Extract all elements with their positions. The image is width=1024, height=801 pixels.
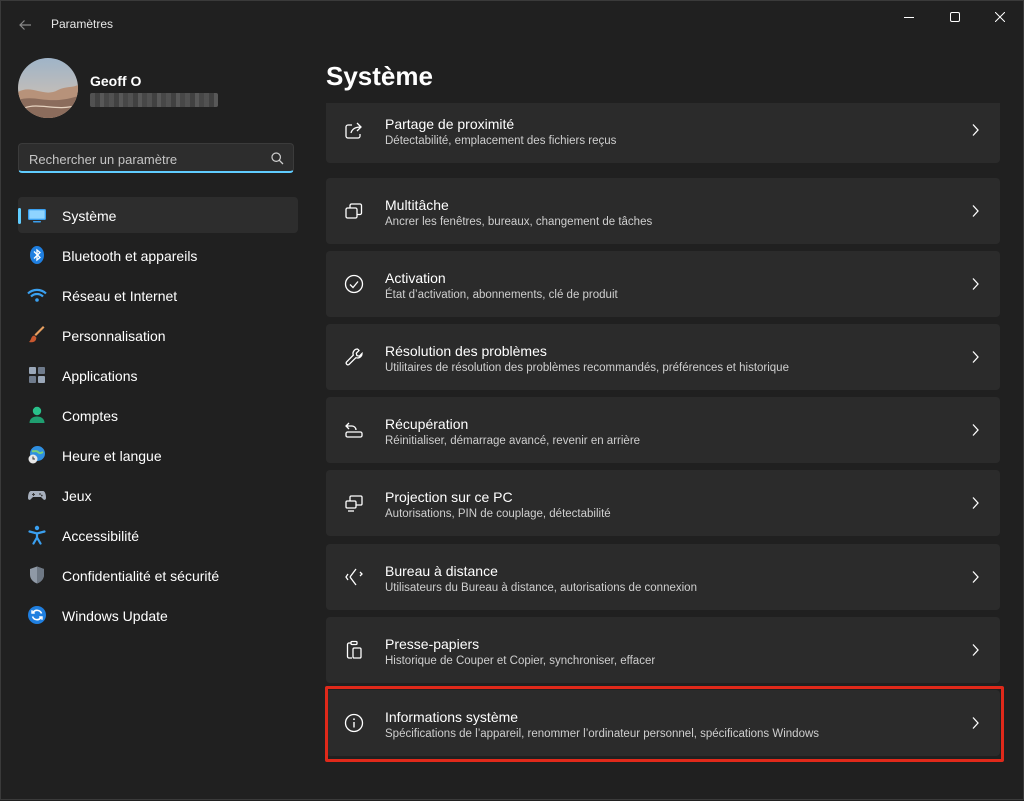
card-title: Récupération	[385, 416, 469, 432]
card-subtitle: État d’activation, abonnements, clé de p…	[385, 289, 618, 301]
card-subtitle: Utilisateurs du Bureau à distance, autor…	[385, 582, 697, 594]
card-title: Multitâche	[385, 197, 449, 213]
chevron-right-icon	[972, 717, 979, 729]
info-icon	[344, 713, 364, 733]
apps-icon	[29, 367, 45, 383]
card-resolution-problemes[interactable]: Résolution des problèmes Utilitaires de …	[326, 324, 1000, 390]
sidebar-item-label: Applications	[62, 368, 138, 384]
chevron-right-icon	[972, 497, 979, 509]
projection-icon	[345, 495, 363, 512]
minimize-button[interactable]	[886, 1, 932, 33]
card-title: Informations système	[385, 709, 519, 725]
sidebar-item-label: Heure et langue	[62, 448, 162, 464]
card-subtitle: Spécifications de l’appareil, renommer l…	[385, 728, 820, 740]
card-subtitle: Autorisations, PIN de couplage, détectab…	[385, 508, 611, 520]
card-title: Presse-papiers	[385, 636, 480, 652]
brush-icon	[29, 326, 45, 343]
remote-desktop-icon	[345, 568, 363, 586]
check-circle-icon	[344, 274, 364, 294]
card-bureau-distance[interactable]: Bureau à distance Utilisateurs du Bureau…	[326, 544, 1000, 610]
app-title: Paramètres	[51, 17, 114, 31]
update-icon	[28, 606, 46, 624]
multitask-icon	[345, 203, 363, 219]
search-placeholder: Rechercher un paramètre	[29, 152, 178, 167]
card-activation[interactable]: Activation État d’activation, abonnement…	[326, 251, 1000, 317]
sidebar-item-label: Réseau et Internet	[62, 288, 178, 304]
chevron-right-icon	[972, 351, 979, 363]
card-subtitle: Réinitialiser, démarrage avancé, revenir…	[385, 435, 641, 447]
sidebar-item-label: Personnalisation	[62, 328, 166, 344]
settings-window: Paramètres Geoff O Rechercher un paramèt…	[0, 0, 1024, 800]
search-input[interactable]: Rechercher un paramètre	[18, 143, 294, 173]
sidebar-item-applications[interactable]: Applications	[18, 357, 298, 393]
sidebar-item-systeme[interactable]: Système	[18, 197, 298, 233]
card-informations-systeme[interactable]: Informations système Spécifications de l…	[326, 690, 1000, 756]
clipboard-icon	[346, 640, 362, 659]
wrench-icon	[345, 348, 363, 366]
card-title: Résolution des problèmes	[385, 343, 547, 359]
card-title: Partage de proximité	[385, 116, 515, 132]
card-title: Projection sur ce PC	[385, 489, 513, 505]
close-button[interactable]	[977, 1, 1023, 33]
sidebar-nav: Système Bluetooth et appareils Réseau et…	[18, 197, 298, 637]
card-title: Bureau à distance	[385, 563, 498, 579]
chevron-right-icon	[972, 124, 979, 136]
sidebar-item-reseau[interactable]: Réseau et Internet	[18, 277, 298, 313]
chevron-right-icon	[972, 205, 979, 217]
sidebar-item-accessibilite[interactable]: Accessibilité	[18, 517, 298, 553]
sidebar-item-label: Accessibilité	[62, 528, 140, 544]
sidebar-item-label: Système	[62, 208, 117, 224]
sidebar-item-windows-update[interactable]: Windows Update	[18, 597, 298, 633]
settings-list: Partage de proximité Détectabilité, empl…	[326, 103, 1001, 801]
card-subtitle: Ancrer les fenêtres, bureaux, changement…	[385, 216, 653, 228]
maximize-button[interactable]	[932, 1, 978, 33]
search-icon[interactable]	[271, 152, 284, 165]
card-subtitle: Utilitaires de résolution des problèmes …	[385, 362, 789, 374]
sidebar-item-comptes[interactable]: Comptes	[18, 397, 298, 433]
chevron-right-icon	[972, 278, 979, 290]
card-subtitle: Historique de Couper et Copier, synchron…	[385, 655, 656, 667]
maximize-icon	[950, 12, 960, 22]
accessibility-icon	[28, 525, 46, 545]
chevron-right-icon	[972, 424, 979, 436]
avatar[interactable]	[18, 58, 78, 118]
share-icon	[345, 122, 362, 139]
card-recuperation[interactable]: Récupération Réinitialiser, démarrage av…	[326, 397, 1000, 463]
chevron-right-icon	[972, 571, 979, 583]
sidebar-item-label: Comptes	[62, 408, 119, 424]
system-icon	[28, 209, 46, 223]
bluetooth-icon	[30, 246, 44, 264]
account-icon	[29, 406, 45, 423]
sidebar-item-heure[interactable]: Heure et langue	[18, 437, 298, 473]
card-title: Activation	[385, 270, 446, 286]
close-icon	[995, 12, 1005, 22]
minimize-icon	[904, 17, 914, 18]
sidebar-item-jeux[interactable]: Jeux	[18, 477, 298, 513]
wifi-icon	[27, 288, 47, 302]
user-email-redacted	[90, 93, 218, 107]
user-name: Geoff O	[90, 73, 142, 89]
sidebar-item-bluetooth[interactable]: Bluetooth et appareils	[18, 237, 298, 273]
gamepad-icon	[28, 491, 46, 500]
sidebar-item-label: Windows Update	[62, 608, 168, 624]
sidebar-item-label: Confidentialité et sécurité	[62, 568, 220, 584]
chevron-right-icon	[972, 644, 979, 656]
shield-icon	[30, 566, 44, 584]
card-projection[interactable]: Projection sur ce PC Autorisations, PIN …	[326, 470, 1000, 536]
page-title: Système	[326, 61, 433, 91]
card-partage-proximite[interactable]: Partage de proximité Détectabilité, empl…	[326, 103, 1000, 163]
sidebar-item-confidentialite[interactable]: Confidentialité et sécurité	[18, 557, 298, 593]
back-button[interactable]	[11, 11, 39, 39]
card-multitache[interactable]: Multitâche Ancrer les fenêtres, bureaux,…	[326, 178, 1000, 244]
card-presse-papiers[interactable]: Presse-papiers Historique de Couper et C…	[326, 617, 1000, 683]
sidebar-item-label: Jeux	[62, 488, 92, 504]
back-arrow-icon	[19, 20, 31, 30]
title-bar: Paramètres	[1, 1, 1023, 47]
sidebar-item-label: Bluetooth et appareils	[62, 248, 198, 264]
globe-clock-icon	[28, 446, 45, 464]
recovery-icon	[345, 422, 363, 438]
sidebar-item-personnalisation[interactable]: Personnalisation	[18, 317, 298, 353]
card-subtitle: Détectabilité, emplacement des fichiers …	[385, 135, 617, 147]
